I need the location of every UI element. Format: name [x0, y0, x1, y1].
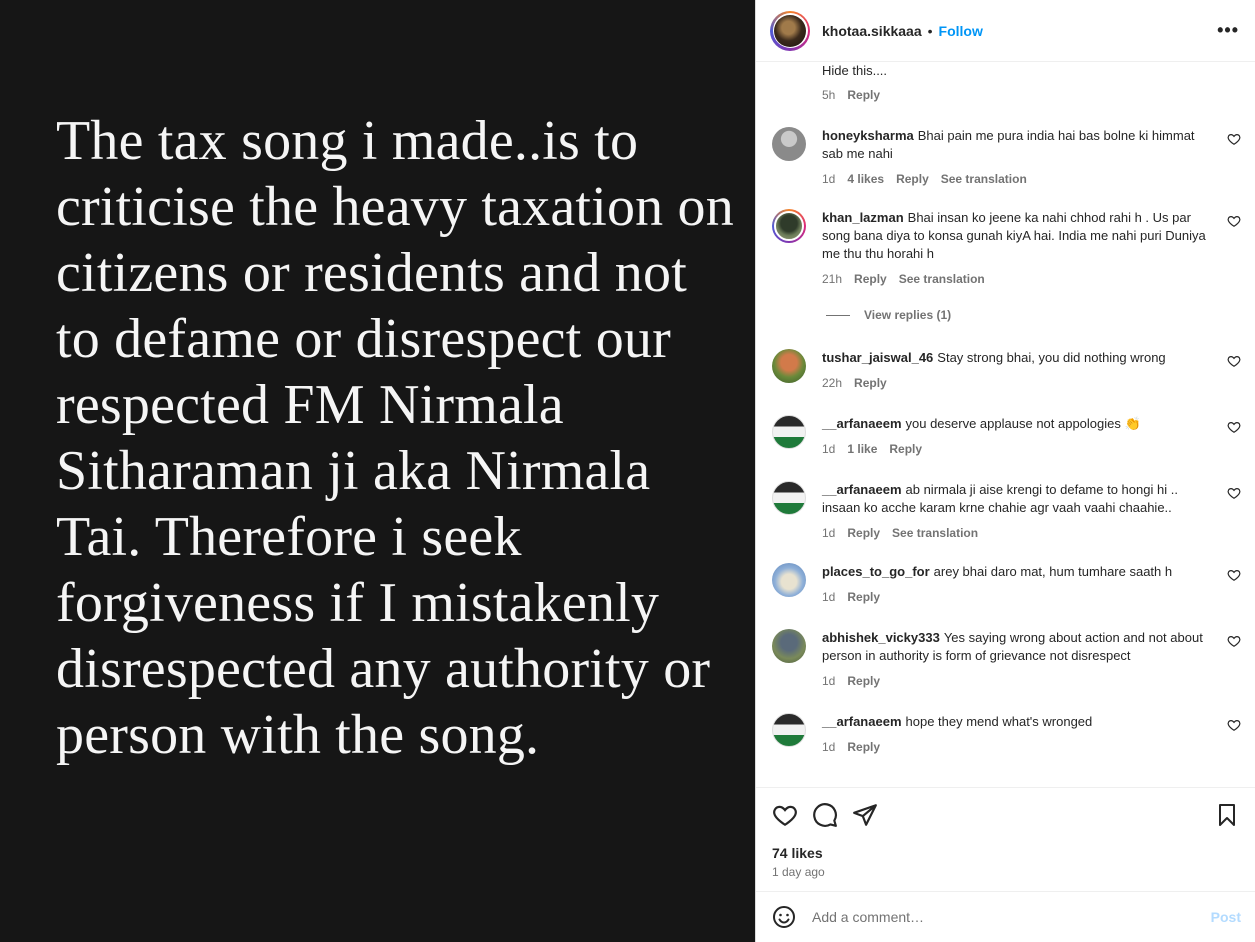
reply-button[interactable]: Reply	[847, 672, 880, 690]
commenter-username[interactable]: __arfanaeem	[822, 416, 902, 431]
author-avatar[interactable]	[770, 10, 810, 51]
commenter-avatar[interactable]	[772, 563, 806, 597]
post-timestamp: 1 day ago	[772, 865, 825, 879]
comment-time: 5h	[822, 88, 836, 102]
commenter-username[interactable]: khan_lazman	[822, 210, 904, 225]
like-heart-icon[interactable]	[1227, 486, 1241, 500]
commenter-username[interactable]: __arfanaeem	[822, 714, 902, 729]
commenter-username[interactable]: honeyksharma	[822, 128, 914, 143]
see-translation-button[interactable]: See translation	[899, 270, 985, 288]
replies-divider	[826, 314, 850, 316]
like-heart-icon[interactable]	[1227, 132, 1241, 146]
commenter-username[interactable]: abhishek_vicky333	[822, 630, 940, 645]
comment-body: __arfanaeem hope they mend what's wronged…	[822, 713, 1211, 756]
comment-text: Stay strong bhai, you did nothing wrong	[937, 350, 1166, 365]
comment-body: places_to_go_for arey bhai daro mat, hum …	[822, 563, 1211, 606]
comments-list[interactable]: Hide this.... 5h Reply honeyksharma Bhai …	[756, 62, 1255, 787]
like-heart-icon[interactable]	[1227, 634, 1241, 648]
comment-time: 21h	[822, 272, 843, 286]
commenter-username[interactable]: places_to_go_for	[822, 564, 930, 579]
commenter-avatar[interactable]	[772, 629, 806, 663]
view-replies-label[interactable]: View replies (1)	[864, 308, 951, 322]
separator-dot: •	[927, 22, 933, 39]
commenter-avatar[interactable]	[772, 481, 806, 515]
comment-likes[interactable]: 1 like	[847, 440, 877, 458]
reply-button[interactable]: Reply	[854, 374, 887, 392]
add-comment-bar: Add a comment… Post	[756, 891, 1255, 942]
share-icon[interactable]	[852, 802, 878, 828]
comment-text: Hide this....	[822, 63, 888, 78]
see-translation-button[interactable]: See translation	[941, 170, 1027, 188]
comment-body: __arfanaeem ab nirmala ji aise krengi to …	[822, 481, 1211, 542]
action-icons-row	[772, 802, 1239, 830]
like-heart-icon[interactable]	[1227, 568, 1241, 582]
like-heart-icon[interactable]	[1227, 214, 1241, 228]
reply-button[interactable]: Reply	[854, 270, 887, 288]
follow-button[interactable]: Follow	[939, 23, 983, 39]
reply-button[interactable]: Reply	[896, 170, 929, 188]
comment-body: abhishek_vicky333 Yes saying wrong about …	[822, 629, 1211, 690]
comment-likes[interactable]: 4 likes	[847, 170, 884, 188]
instagram-post-view: The tax song i made..is to criticise the…	[0, 0, 1255, 942]
commenter-avatar[interactable]	[772, 209, 806, 243]
like-icon[interactable]	[772, 802, 798, 828]
comment-body: tushar_jaiswal_46 Stay strong bhai, you d…	[822, 349, 1211, 392]
comment-time: 1d	[822, 526, 836, 540]
comment-text: you deserve applause not appologies 👏	[905, 416, 1141, 431]
post-actions: 74 likes 1 day ago	[756, 787, 1255, 891]
post-image: The tax song i made..is to criticise the…	[0, 0, 755, 942]
commenter-username[interactable]: tushar_jaiswal_46	[822, 350, 933, 365]
likes-count[interactable]: 74 likes	[772, 845, 823, 861]
comment-time: 1d	[822, 442, 836, 456]
like-heart-icon[interactable]	[1227, 420, 1241, 434]
comment-text: hope they mend what's wronged	[905, 714, 1093, 729]
commenter-avatar[interactable]	[772, 127, 806, 161]
reply-button[interactable]: Reply	[847, 524, 880, 542]
like-heart-icon[interactable]	[1227, 354, 1241, 368]
reply-button[interactable]: Reply	[847, 738, 880, 756]
bookmark-icon[interactable]	[1215, 802, 1239, 828]
reply-button[interactable]: Reply	[847, 588, 880, 606]
commenter-username[interactable]: __arfanaeem	[822, 482, 902, 497]
comment-body: honeyksharma Bhai pain me pura india hai …	[822, 127, 1211, 188]
post-header: khotaa.sikkaaa • Follow •••	[756, 0, 1255, 62]
post-comment-button[interactable]: Post	[1211, 909, 1241, 925]
comment-body: khan_lazman Bhai insan ko jeene ka nahi c…	[822, 209, 1211, 288]
more-options-icon[interactable]: •••	[1217, 20, 1239, 41]
commenter-avatar[interactable]	[772, 349, 806, 383]
comment-time: 1d	[822, 172, 836, 186]
comment-time: 1d	[822, 674, 836, 688]
comment-time: 1d	[822, 590, 836, 604]
comment-time: 1d	[822, 740, 836, 754]
see-translation-button[interactable]: See translation	[892, 524, 978, 542]
commenter-avatar[interactable]	[772, 415, 806, 449]
commenter-avatar[interactable]	[772, 713, 806, 747]
reply-button[interactable]: Reply	[847, 86, 880, 104]
post-text: The tax song i made..is to criticise the…	[56, 110, 734, 766]
view-replies-button[interactable]: View replies (1)	[826, 308, 951, 322]
comment-body: __arfanaeem you deserve applause not appo…	[822, 415, 1211, 458]
comment-time: 22h	[822, 376, 843, 390]
emoji-icon[interactable]	[772, 905, 796, 929]
comment-body: Hide this.... 5h Reply	[822, 62, 1211, 104]
comment-icon[interactable]	[812, 802, 838, 828]
author-username[interactable]: khotaa.sikkaaa	[822, 23, 922, 39]
comment-text: arey bhai daro mat, hum tumhare saath h	[933, 564, 1173, 579]
reply-button[interactable]: Reply	[889, 440, 922, 458]
post-sidebar: khotaa.sikkaaa • Follow ••• Hide this...…	[755, 0, 1255, 942]
comment-input[interactable]: Add a comment…	[812, 909, 924, 925]
like-heart-icon[interactable]	[1227, 718, 1241, 732]
